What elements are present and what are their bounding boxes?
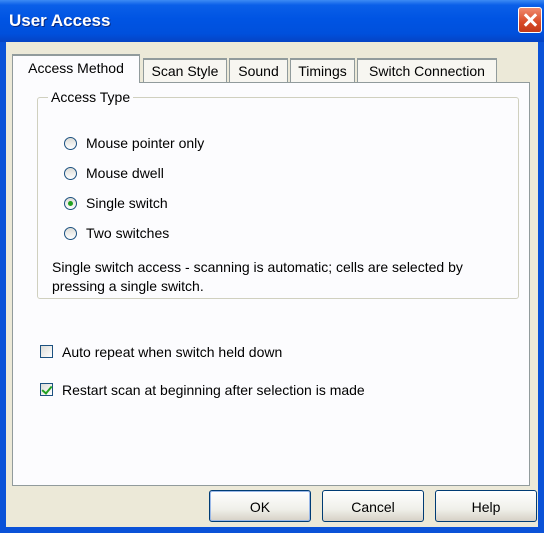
radio-button[interactable]	[64, 227, 77, 240]
tab-scan-style[interactable]: Scan Style	[143, 58, 227, 82]
radio-button[interactable]	[64, 167, 77, 180]
access-type-group-label: Access Type	[48, 89, 134, 105]
tab-panel-access-method: Access Type Mouse pointer only Mouse dwe…	[12, 82, 530, 486]
checkbox-label: Restart scan at beginning after selectio…	[62, 382, 365, 398]
tab-label: Access Method	[28, 60, 124, 76]
ok-button[interactable]: OK	[209, 490, 311, 522]
close-icon[interactable]	[518, 7, 542, 33]
window-title: User Access	[9, 11, 111, 30]
access-type-group: Access Type Mouse pointer only Mouse dwe…	[37, 89, 519, 299]
radio-label: Single switch	[86, 195, 168, 211]
checkbox-checked[interactable]	[40, 383, 53, 396]
checkbox-label: Auto repeat when switch held down	[62, 344, 283, 360]
cancel-button[interactable]: Cancel	[322, 490, 424, 522]
checkbox[interactable]	[40, 345, 53, 358]
access-description: Single switch access - scanning is autom…	[52, 259, 463, 294]
radio-label: Mouse dwell	[86, 165, 164, 181]
title-bar[interactable]: User Access	[0, 0, 544, 42]
radio-label: Mouse pointer only	[86, 135, 205, 151]
tab-label: Scan Style	[151, 63, 219, 79]
radio-button[interactable]	[64, 137, 77, 150]
radio-button-selected[interactable]	[64, 197, 77, 210]
tab-sound[interactable]: Sound	[229, 58, 288, 82]
tab-label: Switch Connection	[369, 63, 485, 79]
tab-access-method[interactable]: Access Method	[12, 54, 140, 83]
help-button[interactable]: Help	[435, 490, 537, 522]
tab-timings[interactable]: Timings	[290, 58, 355, 82]
tab-label: Timings	[298, 63, 347, 79]
radio-label: Two switches	[86, 225, 170, 241]
tab-label: Sound	[238, 63, 279, 79]
tab-switch-connection[interactable]: Switch Connection	[357, 58, 497, 82]
